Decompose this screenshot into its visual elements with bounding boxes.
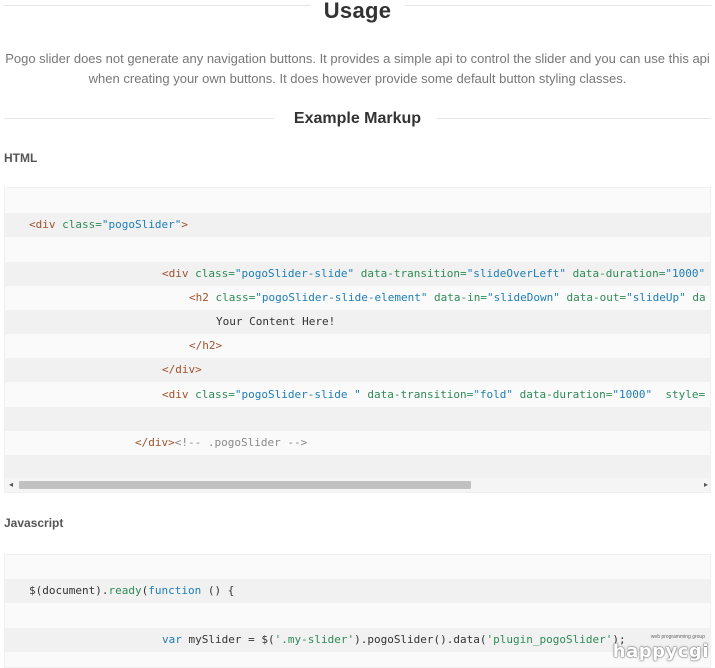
heading-divider-left <box>4 5 310 6</box>
happycgi-watermark: web programming group happycgi <box>613 634 709 662</box>
code-token: data-transition= <box>354 266 467 280</box>
code-token: "slideOverLeft" <box>466 266 567 280</box>
html-code-block[interactable]: <div class="pogoSlider"> <div class="pogo… <box>4 187 711 493</box>
code-token: class= <box>215 290 256 304</box>
code-token: () { <box>201 584 235 598</box>
code-line: <div class="pogoSlider"> <box>5 213 710 238</box>
code-token: > <box>181 218 188 232</box>
code-line: </div><!-- .pogoSlider --> <box>5 431 710 455</box>
code-line: <div class="pogoSlider-slide" data-trans… <box>5 261 710 286</box>
code-token: "fold" <box>473 387 514 401</box>
usage-title: Usage <box>309 0 406 26</box>
code-token: data-duration= <box>513 387 613 401</box>
code-token: <div <box>29 218 63 232</box>
code-line <box>5 455 710 480</box>
code-token: $(document). <box>29 584 109 598</box>
code-token: function <box>148 584 202 598</box>
scrollbar-thumb[interactable] <box>19 481 471 489</box>
example-markup-heading: Example Markup <box>0 107 715 131</box>
code-token: <div <box>162 266 196 280</box>
code-token: <div <box>162 387 196 401</box>
code-token: class= <box>195 387 235 401</box>
code-token: ).pogoSlider().data( <box>354 632 487 646</box>
code-line-text: </div><!-- .pogoSlider --> <box>135 431 307 455</box>
code-token: mySlider = $( <box>181 632 275 646</box>
code-token: data-out= <box>559 290 627 304</box>
code-token: "1000" <box>612 387 653 401</box>
code-line-text: var mySlider = $('.my-slider').pogoSlide… <box>162 628 626 652</box>
code-token: 'plugin_pogoSlider' <box>486 632 613 646</box>
javascript-label: Javascript <box>4 516 64 530</box>
code-token: Your Content Here! <box>216 315 336 328</box>
code-token: '.my-slider' <box>274 632 355 646</box>
code-token: </div> <box>135 436 175 449</box>
code-token: class= <box>62 218 102 232</box>
code-token: ready <box>108 584 142 598</box>
code-token: </h2> <box>189 339 223 353</box>
scroll-right-arrow-icon[interactable]: ▸ <box>700 478 710 492</box>
example-markup-title: Example Markup <box>279 107 436 131</box>
code-line: $(document).ready(function () { <box>5 579 710 604</box>
code-token: "pogoSlider-slide" <box>234 266 355 280</box>
usage-heading: Usage <box>0 0 715 26</box>
code-token: var <box>162 632 182 646</box>
code-token: "pogoSlider-slide-element" <box>255 290 428 304</box>
code-line-text: <div class="pogoSlider-slide" data-trans… <box>162 262 705 286</box>
code-line-text: </h2> <box>189 334 222 358</box>
code-line: <div class="pogoSlider-slide " data-tran… <box>5 383 710 407</box>
code-token: </div> <box>162 363 202 377</box>
code-token: data-in= <box>427 290 488 304</box>
code-line-text: $(document).ready(function () { <box>29 579 234 603</box>
code-token: <h2 <box>189 290 216 304</box>
intro-line-1: Pogo slider does not generate any naviga… <box>5 51 710 66</box>
code-line-text: <div class="pogoSlider-slide " data-tran… <box>162 383 705 407</box>
heading-divider-right <box>437 118 711 119</box>
heading-divider-left <box>4 118 274 119</box>
code-token: "slideDown" <box>487 290 560 304</box>
scroll-left-arrow-icon[interactable]: ◂ <box>5 478 17 492</box>
heading-divider-right <box>405 5 711 6</box>
code-line: </h2> <box>5 334 710 358</box>
code-token: "1000" <box>665 266 706 280</box>
code-token: <!-- .pogoSlider --> <box>174 436 308 449</box>
code-token: data-transition= <box>360 387 474 401</box>
code-token: "pogoSlider-slide " <box>234 387 361 401</box>
code-token: class= <box>195 266 235 280</box>
code-line-text: <h2 class="pogoSlider-slide-element" dat… <box>189 286 706 310</box>
watermark-brand: happycgi <box>612 641 709 662</box>
code-token: da <box>685 290 706 304</box>
javascript-code-block[interactable]: $(document).ready(function () { var mySli… <box>4 554 711 668</box>
intro-line-2: when creating your own buttons. It does … <box>88 71 627 86</box>
code-line: </div> <box>5 358 710 383</box>
code-line: Your Content Here! <box>5 310 710 334</box>
code-token: data-duration= <box>566 266 666 280</box>
code-line-text: Your Content Here! <box>216 310 335 334</box>
code-line-text: </div> <box>162 358 202 382</box>
code-token: "slideUp" <box>626 290 686 304</box>
watermark-tagline: web programming group <box>650 634 705 640</box>
code-line: var mySlider = $('.my-slider').pogoSlide… <box>5 627 710 652</box>
code-line-text: <div class="pogoSlider"> <box>29 213 188 237</box>
code-token: style= <box>652 387 706 401</box>
code-line <box>5 406 710 431</box>
horizontal-scrollbar[interactable]: ◂ ▸ <box>5 478 710 492</box>
usage-intro: Pogo slider does not generate any naviga… <box>0 49 715 89</box>
code-token: "pogoSlider" <box>101 218 182 232</box>
code-line: <h2 class="pogoSlider-slide-element" dat… <box>5 286 710 310</box>
html-label: HTML <box>4 151 38 165</box>
